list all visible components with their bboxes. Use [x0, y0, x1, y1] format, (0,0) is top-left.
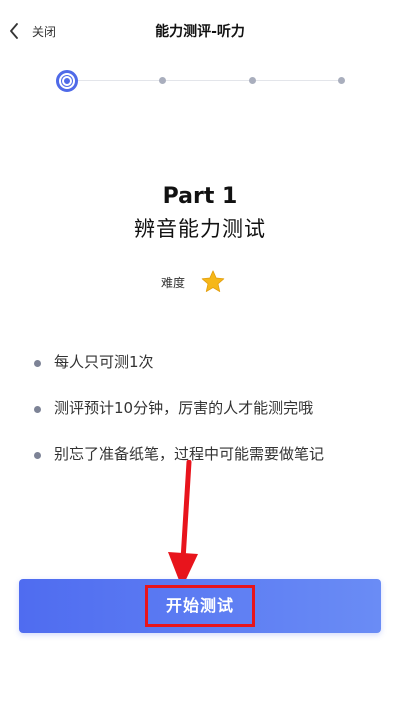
note-text: 每人只可测1次: [54, 353, 154, 371]
red-arrow-annotation: [168, 460, 198, 588]
difficulty-rating: 难度: [161, 269, 226, 295]
step-1-current: [56, 70, 78, 92]
step-2: [159, 77, 166, 84]
step-3: [249, 77, 256, 84]
note-text: 测评预计10分钟，厉害的人才能测完哦: [54, 399, 314, 417]
page-title: 能力测评-听力: [155, 24, 245, 40]
start-test-label: 开始测试: [144, 585, 255, 627]
list-item: 测评预计10分钟，厉害的人才能测完哦: [34, 396, 374, 420]
bullet-dot: [34, 452, 41, 459]
start-test-button[interactable]: 开始测试: [19, 579, 381, 633]
bullet-dot: [34, 406, 41, 413]
difficulty-label: 难度: [161, 275, 186, 290]
star-icon: [201, 270, 225, 292]
list-item: 每人只可测1次: [34, 350, 374, 374]
assessment-intro-screen: 关闭 能力测评-听力 Part 1 辨音能力测试 难度 每人只可测1次 测评预计…: [0, 0, 400, 711]
step-4: [338, 77, 345, 84]
progress-stepper: [56, 69, 348, 93]
section-title: 辨音能力测试: [134, 217, 266, 241]
top-nav-bar: 关闭 能力测评-听力: [0, 0, 400, 60]
stepper-track: [76, 80, 342, 81]
bullet-dot: [34, 360, 41, 367]
test-notes-list: 每人只可测1次 测评预计10分钟，厉害的人才能测完哦 别忘了准备纸笔，过程中可能…: [34, 350, 374, 466]
part-title: Part 1: [162, 184, 238, 209]
